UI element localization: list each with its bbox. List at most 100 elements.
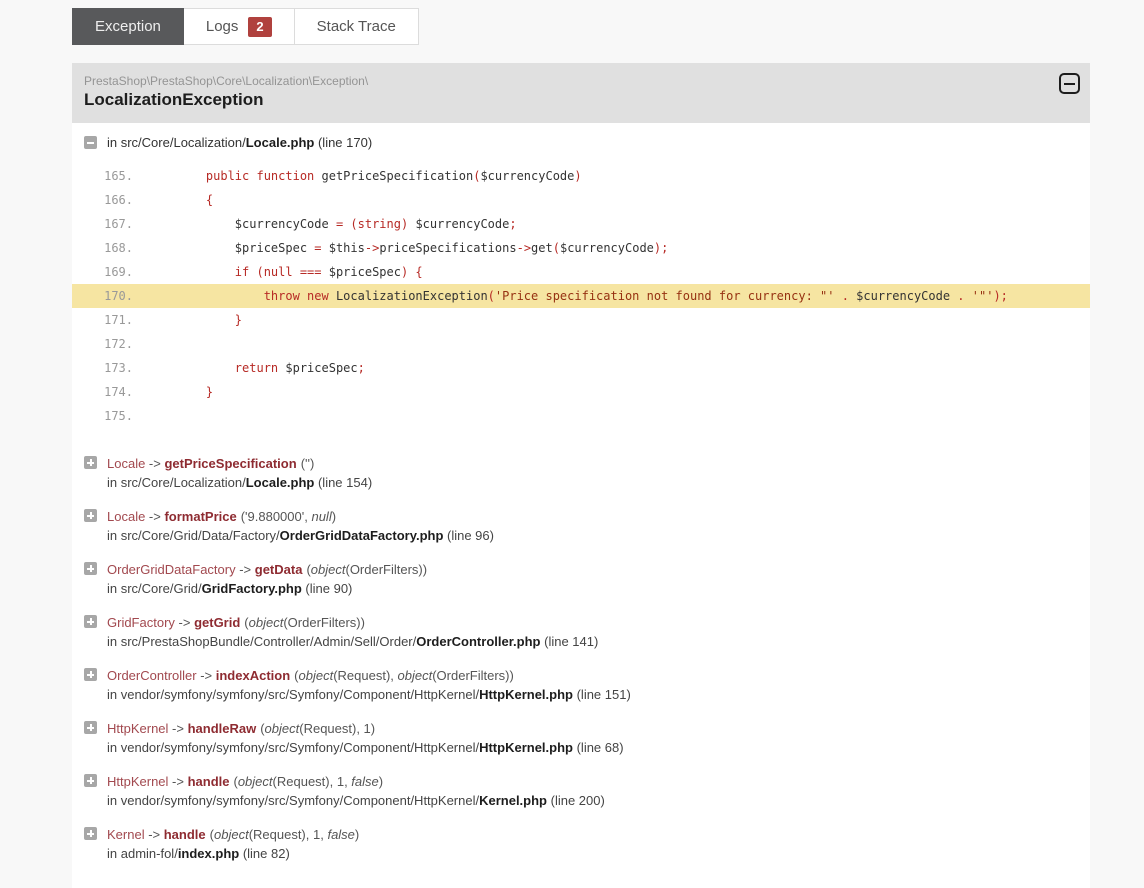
trace-arguments: (object(OrderFilters)) [244,615,365,630]
code-line: 175. [72,404,1090,428]
expand-trace-toggle-icon[interactable] [84,456,97,469]
tab-logs[interactable]: Logs 2 [183,8,295,45]
trace-entry-text: Locale -> getPriceSpecification ('') in sr… [107,454,372,492]
trace-entry: Locale -> getPriceSpecification ('') in sr… [84,454,1090,492]
trace-method-name: handleRaw [187,721,257,736]
code-line: 171. } [72,308,1090,332]
tab-exception[interactable]: Exception [72,8,184,45]
trace-entry-text: GridFactory -> getGrid (object(OrderFilte… [107,613,598,651]
trace-class-name: OrderController [107,668,197,683]
trace-arguments: (object(Request), object(OrderFilters)) [294,668,514,683]
trace-call: HttpKernel -> handle (object(Request), 1,… [107,772,605,791]
code-line: 165. public function getPriceSpecificati… [72,164,1090,188]
code-line: 172. [72,332,1090,356]
trace-entry: Locale -> formatPrice ('9.880000', null) i… [84,507,1090,545]
line-number: 175. [104,409,133,423]
line-number: 169. [104,265,133,279]
stack-trace-list: Locale -> getPriceSpecification ('') in sr… [72,454,1090,863]
trace-class-name: OrderGridDataFactory [107,562,236,577]
trace-entry-text: HttpKernel -> handle (object(Request), 1,… [107,772,605,810]
tab-stack-trace[interactable]: Stack Trace [294,8,419,45]
arrow-icon: -> [145,509,165,524]
trace-call: Locale -> formatPrice ('9.880000', null) [107,507,494,526]
code-line: 169. if (null === $priceSpec) { [72,260,1090,284]
code-line: 167. $currencyCode = (string) $currencyC… [72,212,1090,236]
exception-class-name: LocalizationException [84,90,264,109]
arrow-icon: -> [168,721,188,736]
expand-trace-toggle-icon[interactable] [84,668,97,681]
trace-call: OrderGridDataFactory -> getData (object(O… [107,560,427,579]
code-text: public function getPriceSpecification($c… [177,169,582,183]
trace-entry: OrderGridDataFactory -> getData (object(O… [84,560,1090,598]
trace-class-name: HttpKernel [107,774,169,789]
exception-header: PrestaShop\PrestaShop\Core\Localization\… [72,63,1090,123]
code-text: $priceSpec = $this->priceSpecifications-… [177,241,669,255]
code-line: 168. $priceSpec = $this->priceSpecificat… [72,236,1090,260]
trace-class-name: Locale [107,456,146,471]
trace-file-path: in vendor/symfony/symfony/src/Symfony/Co… [107,793,605,808]
logs-count-badge: 2 [248,16,272,37]
trace-file-path: in vendor/symfony/symfony/src/Symfony/Co… [107,687,631,702]
code-text: if (null === $priceSpec) { [177,265,423,279]
arrow-icon: -> [168,774,188,789]
code-text: return $priceSpec; [177,361,365,375]
code-text: $currencyCode = (string) $currencyCode; [177,217,517,231]
expand-trace-toggle-icon[interactable] [84,562,97,575]
exception-namespace: PrestaShop\PrestaShop\Core\Localization\… [84,74,369,88]
code-excerpt: 165. public function getPriceSpecificati… [72,164,1090,428]
expand-trace-toggle-icon[interactable] [84,827,97,840]
code-text: throw new LocalizationException('Price s… [177,289,1008,303]
collapse-exception-button[interactable] [1059,73,1080,94]
expand-trace-toggle-icon[interactable] [84,721,97,734]
line-number: 170. [104,289,133,303]
expand-trace-toggle-icon[interactable] [84,509,97,522]
trace-class-name: Kernel [107,827,145,842]
expand-trace-toggle-icon[interactable] [84,615,97,628]
collapse-code-toggle-icon[interactable] [84,136,97,149]
source-location: in src/Core/Localization/Locale.php (lin… [72,123,1090,150]
exception-body: in src/Core/Localization/Locale.php (lin… [72,123,1090,888]
code-text: { [177,193,214,207]
line-number: 171. [104,313,133,327]
trace-entry-text: Kernel -> handle (object(Request), 1, fal… [107,825,359,863]
trace-class-name: Locale [107,509,146,524]
trace-entry-text: OrderGridDataFactory -> getData (object(O… [107,560,427,598]
code-text: } [177,313,243,327]
line-number: 168. [104,241,133,255]
trace-arguments: ('9.880000', null) [240,509,337,524]
tab-label: Exception [95,18,161,35]
code-line: 166. { [72,188,1090,212]
arrow-icon: -> [144,827,164,842]
trace-entry: GridFactory -> getGrid (object(OrderFilte… [84,613,1090,651]
trace-call: Kernel -> handle (object(Request), 1, fal… [107,825,359,844]
trace-entry: HttpKernel -> handleRaw (object(Request),… [84,719,1090,757]
tab-label: Logs [205,18,239,35]
trace-method-name: getGrid [194,615,241,630]
trace-entry: OrderController -> indexAction (object(Re… [84,666,1090,704]
code-line: 174. } [72,380,1090,404]
trace-arguments: (object(OrderFilters)) [306,562,428,577]
arrow-icon: -> [145,456,165,471]
trace-call: GridFactory -> getGrid (object(OrderFilte… [107,613,598,632]
arrow-icon: -> [235,562,255,577]
trace-file-path: in src/Core/Grid/Data/Factory/OrderGridD… [107,528,494,543]
trace-method-name: indexAction [215,668,291,683]
trace-call: OrderController -> indexAction (object(Re… [107,666,631,685]
line-number: 172. [104,337,133,351]
trace-arguments: (object(Request), 1, false) [233,774,384,789]
line-number: 165. [104,169,133,183]
line-number: 174. [104,385,133,399]
trace-method-name: formatPrice [164,509,237,524]
tab-bar: Exception Logs 2 Stack Trace [72,8,1090,45]
trace-file-path: in src/Core/Localization/Locale.php (lin… [107,475,373,490]
line-number: 166. [104,193,133,207]
trace-file-path: in src/Core/Grid/GridFactory.php (line 9… [107,581,353,596]
trace-method-name: handle [163,827,206,842]
exception-panel: PrestaShop\PrestaShop\Core\Localization\… [72,63,1090,888]
trace-class-name: GridFactory [107,615,175,630]
trace-entry: Kernel -> handle (object(Request), 1, fal… [84,825,1090,863]
trace-arguments: (object(Request), 1, false) [209,827,360,842]
trace-file-path: in admin-fol/index.php (line 82) [107,846,290,861]
expand-trace-toggle-icon[interactable] [84,774,97,787]
source-location-text: in src/Core/Localization/Locale.php (lin… [107,135,373,150]
